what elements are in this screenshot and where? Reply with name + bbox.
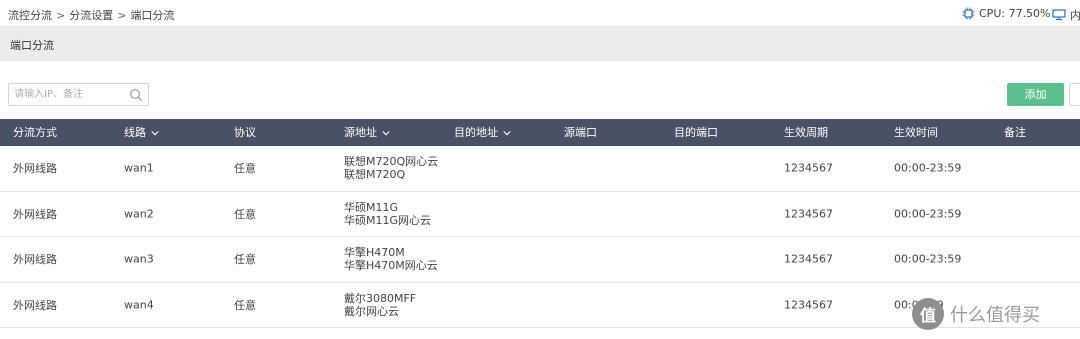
table-header: 分流方式 线路 协议 源地址 目的地址 源端口 目的端口 生效周期 生效时间 备… — [0, 119, 1080, 146]
memory-label: 内 — [1070, 9, 1080, 22]
column-header-destination-port: 目的端口 — [674, 119, 718, 146]
column-header-protocol: 协议 — [234, 119, 256, 146]
column-label: 备注 — [1004, 126, 1026, 139]
memory-status: 内 — [1052, 7, 1080, 23]
chevron-down-icon[interactable] — [503, 129, 511, 137]
source-address-line: 联想M720Q — [344, 168, 406, 182]
page-title: 端口分流 — [10, 39, 54, 52]
cell-line: wan1 — [124, 161, 154, 175]
table-row[interactable]: 外网线路 wan1 任意 联想M720Q网心云 联想M720Q 1234567 … — [0, 146, 1080, 192]
column-label: 线路 — [124, 126, 146, 139]
column-header-line[interactable]: 线路 — [124, 119, 159, 146]
source-address-line: 联想M720Q网心云 — [344, 155, 439, 169]
column-header-source-address[interactable]: 源地址 — [344, 119, 390, 146]
cell-mode: 外网线路 — [13, 253, 57, 267]
source-address-line: 戴尔3080MFF — [344, 291, 417, 305]
top-bar: 流控分流 > 分流设置 > 端口分流 CPU: 77.50% 内 — [0, 0, 1080, 27]
cell-protocol: 任意 — [234, 253, 256, 267]
watermark-logo: 值 — [912, 298, 944, 330]
source-address-line: 华擎H470M — [344, 246, 405, 260]
cell-mode: 外网线路 — [13, 298, 57, 312]
section-header: 端口分流 — [0, 27, 1080, 61]
watermark-text: 什么值得买 — [950, 305, 1040, 326]
breadcrumb-item-flow-control[interactable]: 流控分流 — [8, 9, 52, 22]
cell-source-address: 华擎H470M 华擎H470M网心云 — [344, 246, 438, 272]
column-label: 分流方式 — [13, 126, 57, 139]
cell-mode: 外网线路 — [13, 162, 57, 176]
source-address-line: 戴尔网心云 — [344, 304, 399, 318]
add-button[interactable]: 添加 — [1007, 83, 1064, 106]
monitor-icon — [1052, 9, 1066, 21]
cell-line: wan3 — [124, 252, 154, 266]
chevron-down-icon[interactable] — [382, 129, 390, 137]
column-label: 目的地址 — [454, 126, 498, 139]
column-header-note: 备注 — [1004, 119, 1026, 146]
table-row[interactable]: 外网线路 wan2 任意 华硕M11G 华硕M11G网心云 1234567 00… — [0, 191, 1080, 237]
cell-period: 1234567 — [784, 252, 833, 266]
cell-time: 00:00-23:59 — [894, 252, 962, 266]
source-address-line: 华硕M11G — [344, 200, 399, 214]
cell-period: 1234567 — [784, 298, 833, 312]
cell-period: 1234567 — [784, 161, 833, 175]
watermark: 值 什么值得买 — [912, 296, 1040, 332]
column-header-destination-address[interactable]: 目的地址 — [454, 119, 511, 146]
table-row[interactable]: 外网线路 wan3 任意 华擎H470M 华擎H470M网心云 1234567 … — [0, 237, 1080, 283]
chevron-down-icon[interactable] — [151, 129, 159, 137]
column-header-effective-time: 生效时间 — [894, 119, 938, 146]
cpu-chip-icon — [962, 7, 975, 20]
cell-time: 00:00-23:59 — [894, 161, 962, 175]
source-address-line: 华硕M11G网心云 — [344, 213, 432, 227]
column-label: 生效时间 — [894, 126, 938, 139]
cell-line: wan4 — [124, 298, 154, 312]
breadcrumb-separator: > — [117, 9, 127, 22]
source-address-line: 华擎H470M网心云 — [344, 259, 438, 273]
column-header-source-port: 源端口 — [564, 119, 597, 146]
search-icon[interactable] — [129, 88, 143, 102]
breadcrumb-separator: > — [56, 9, 66, 22]
search-input[interactable] — [14, 87, 126, 102]
cell-line: wan2 — [124, 207, 154, 221]
column-label: 源地址 — [344, 126, 377, 139]
cell-mode: 外网线路 — [13, 207, 57, 221]
cell-protocol: 任意 — [234, 298, 256, 312]
breadcrumb-item-port-split: 端口分流 — [130, 9, 175, 22]
cell-protocol: 任意 — [234, 162, 256, 176]
column-header-effective-period: 生效周期 — [784, 119, 828, 146]
cell-time: 00:00-23:59 — [894, 207, 962, 221]
cpu-status: CPU: 77.50% — [962, 7, 1051, 20]
cell-source-address: 联想M720Q网心云 联想M720Q — [344, 155, 438, 181]
cell-source-address: 戴尔3080MFF 戴尔网心云 — [344, 292, 416, 318]
breadcrumb-item-split-settings[interactable]: 分流设置 — [69, 9, 113, 22]
cpu-label: CPU: 77.50% — [979, 7, 1051, 20]
cell-source-address: 华硕M11G 华硕M11G网心云 — [344, 201, 431, 227]
cell-period: 1234567 — [784, 207, 833, 221]
search-box[interactable] — [8, 83, 149, 106]
breadcrumb: 流控分流 > 分流设置 > 端口分流 — [8, 7, 174, 23]
column-header-mode: 分流方式 — [13, 119, 57, 146]
column-label: 协议 — [234, 126, 256, 139]
column-label: 源端口 — [564, 126, 597, 139]
secondary-button[interactable] — [1069, 83, 1080, 106]
cell-protocol: 任意 — [234, 207, 256, 221]
column-label: 目的端口 — [674, 126, 718, 139]
column-label: 生效周期 — [784, 126, 828, 139]
